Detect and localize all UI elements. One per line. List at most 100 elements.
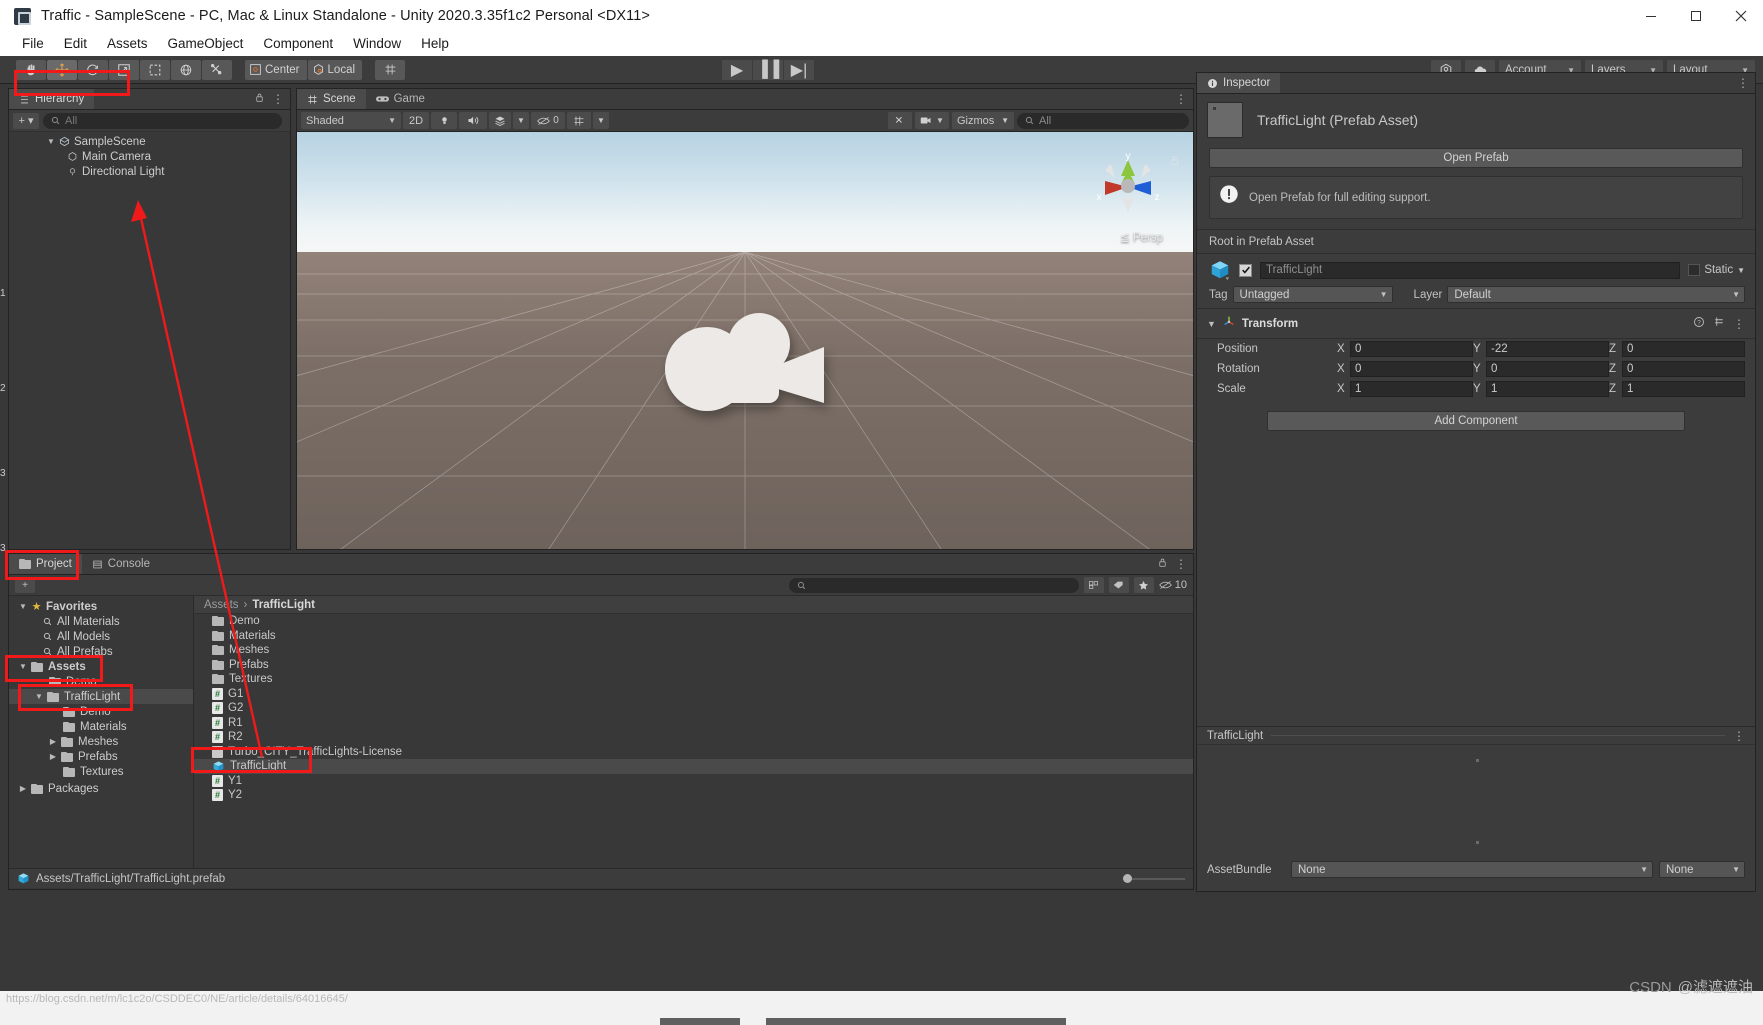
favorite-filter-button[interactable] (1133, 577, 1154, 593)
scene-grid-dropdown[interactable]: ▼ (593, 112, 609, 129)
tag-dropdown[interactable]: Untagged ▼ (1232, 286, 1393, 303)
gameobject-enabled-checkbox[interactable] (1239, 263, 1252, 277)
tab-inspector[interactable]: Inspector (1197, 73, 1281, 93)
project-tree-textures[interactable]: Textures (9, 764, 193, 779)
2d-toggle-button[interactable]: 2D (403, 112, 429, 129)
asset-row-y1[interactable]: # Y1 (194, 774, 1193, 789)
scale-y-field[interactable]: 1 (1486, 381, 1609, 397)
pivot-rotation-button[interactable]: Local (307, 59, 363, 80)
asset-row-meshes[interactable]: Meshes (194, 643, 1193, 658)
asset-row-textures[interactable]: Textures (194, 672, 1193, 687)
breadcrumb-root[interactable]: Assets (204, 599, 239, 611)
menu-window[interactable]: Window (343, 32, 411, 56)
grid-snap-button[interactable] (375, 59, 406, 80)
scene-camera-button[interactable]: ▼ (915, 112, 949, 129)
scene-projection-label[interactable]: ≦ Persp (1120, 230, 1163, 244)
project-tree-packages[interactable]: ▶ Packages (9, 781, 193, 796)
project-tree-demo-1[interactable]: Demo (9, 674, 193, 689)
hierarchy-item-directional-light[interactable]: Directional Light (9, 164, 290, 179)
gameobject-name-field[interactable]: TrafficLight (1260, 261, 1681, 279)
move-tool-button[interactable] (47, 59, 77, 80)
menu-component[interactable]: Component (253, 32, 343, 56)
asset-row-license[interactable]: Turbo_CITY_TrafficLights-License (194, 745, 1193, 760)
pivot-mode-button[interactable]: Center (245, 59, 307, 80)
rotation-x-field[interactable]: 0 (1350, 361, 1473, 377)
hierarchy-search-input[interactable]: All (43, 112, 282, 129)
project-tree-favorites[interactable]: ▼ ★ Favorites (9, 599, 193, 614)
project-search-input[interactable] (788, 577, 1079, 593)
project-tree-meshes[interactable]: ▶ Meshes (9, 734, 193, 749)
tab-console[interactable]: Console (81, 554, 160, 574)
scene-fx-dropdown[interactable]: ▼ (513, 112, 529, 129)
scene-audio-button[interactable] (459, 112, 487, 129)
asset-row-r1[interactable]: # R1 (194, 716, 1193, 731)
menu-gameobject[interactable]: GameObject (158, 32, 254, 56)
transform-menu-icon[interactable]: ⋮ (1733, 318, 1745, 330)
scale-x-field[interactable]: 1 (1350, 381, 1473, 397)
transform-component-header[interactable]: ▼ Transform ? ⋮ (1197, 308, 1755, 339)
draw-mode-dropdown[interactable]: Shaded ▼ (301, 112, 401, 129)
project-add-button[interactable]: + (15, 577, 35, 593)
expand-arrow-icon[interactable]: ▶ (17, 784, 29, 793)
hierarchy-item-main-camera[interactable]: Main Camera (9, 149, 290, 164)
scene-lighting-button[interactable] (431, 112, 457, 129)
assetbundle-dropdown[interactable]: None ▼ (1291, 861, 1653, 878)
hierarchy-menu-icon[interactable]: ⋮ (272, 93, 284, 105)
filter-by-label-button[interactable] (1108, 577, 1129, 593)
expand-arrow-icon[interactable]: ▼ (17, 662, 29, 671)
scene-tools-button[interactable] (888, 112, 912, 129)
chevron-down-icon[interactable]: ▼ (1737, 266, 1745, 275)
rotation-z-field[interactable]: 0 (1622, 361, 1745, 377)
custom-tool-button[interactable] (202, 59, 232, 80)
scene-lock-icon[interactable] (1169, 154, 1181, 172)
slider-track[interactable] (1123, 873, 1185, 883)
menu-file[interactable]: File (12, 32, 54, 56)
close-button[interactable] (1718, 0, 1763, 32)
tab-game[interactable]: Game (365, 89, 435, 109)
assetbundle-variant-dropdown[interactable]: None ▼ (1659, 861, 1745, 878)
scale-tool-button[interactable] (109, 59, 139, 80)
asset-row-prefabs[interactable]: Prefabs (194, 658, 1193, 673)
maximize-button[interactable] (1673, 0, 1718, 32)
scene-search-input[interactable]: All (1017, 112, 1189, 129)
asset-row-r2[interactable]: # R2 (194, 730, 1193, 745)
tab-scene[interactable]: Scene (297, 89, 366, 109)
position-y-field[interactable]: -22 (1486, 341, 1609, 357)
expand-arrow-icon[interactable]: ▼ (33, 692, 45, 701)
open-prefab-button[interactable]: Open Prefab (1209, 148, 1743, 168)
rect-tool-button[interactable] (140, 59, 170, 80)
asset-row-materials[interactable]: Materials (194, 629, 1193, 644)
collapse-arrow-icon[interactable]: ▼ (1207, 319, 1216, 329)
position-z-field[interactable]: 0 (1622, 341, 1745, 357)
project-tree-materials[interactable]: Materials (9, 719, 193, 734)
asset-row-g1[interactable]: # G1 (194, 687, 1193, 702)
filter-by-type-button[interactable] (1083, 577, 1104, 593)
tab-hierarchy[interactable]: Hierarchy (9, 89, 95, 109)
menu-assets[interactable]: Assets (97, 32, 158, 56)
lock-icon[interactable] (254, 90, 265, 108)
project-tree-all-materials[interactable]: All Materials (9, 614, 193, 629)
icon-size-slider[interactable] (1123, 873, 1185, 883)
slider-knob[interactable] (1123, 873, 1132, 883)
play-button[interactable]: ▶ (722, 60, 752, 80)
gizmos-dropdown[interactable]: Gizmos ▼ (952, 112, 1014, 129)
step-button[interactable]: ▶| (784, 60, 814, 80)
project-tree-assets[interactable]: ▼ Assets (9, 659, 193, 674)
scene-fx-button[interactable] (489, 112, 511, 129)
hierarchy-add-button[interactable]: + ▾ (13, 112, 39, 129)
position-x-field[interactable]: 0 (1350, 341, 1473, 357)
scene-viewport[interactable]: y x z ≦ Persp (297, 132, 1193, 549)
expand-arrow-icon[interactable]: ▼ (17, 602, 29, 611)
project-tree-trafficlight[interactable]: ▼ TrafficLight (9, 689, 193, 704)
project-tree-prefabs[interactable]: ▶ Prefabs (9, 749, 193, 764)
project-tree-all-models[interactable]: All Models (9, 629, 193, 644)
scale-z-field[interactable]: 1 (1622, 381, 1745, 397)
inspector-menu-icon[interactable]: ⋮ (1737, 77, 1749, 89)
menu-help[interactable]: Help (411, 32, 459, 56)
asset-row-y2[interactable]: # Y2 (194, 788, 1193, 803)
menu-edit[interactable]: Edit (54, 32, 97, 56)
static-checkbox[interactable] (1688, 264, 1701, 276)
preset-icon[interactable] (1713, 315, 1725, 333)
help-icon[interactable]: ? (1693, 315, 1705, 333)
static-toggle[interactable]: Static ▼ (1688, 264, 1745, 276)
